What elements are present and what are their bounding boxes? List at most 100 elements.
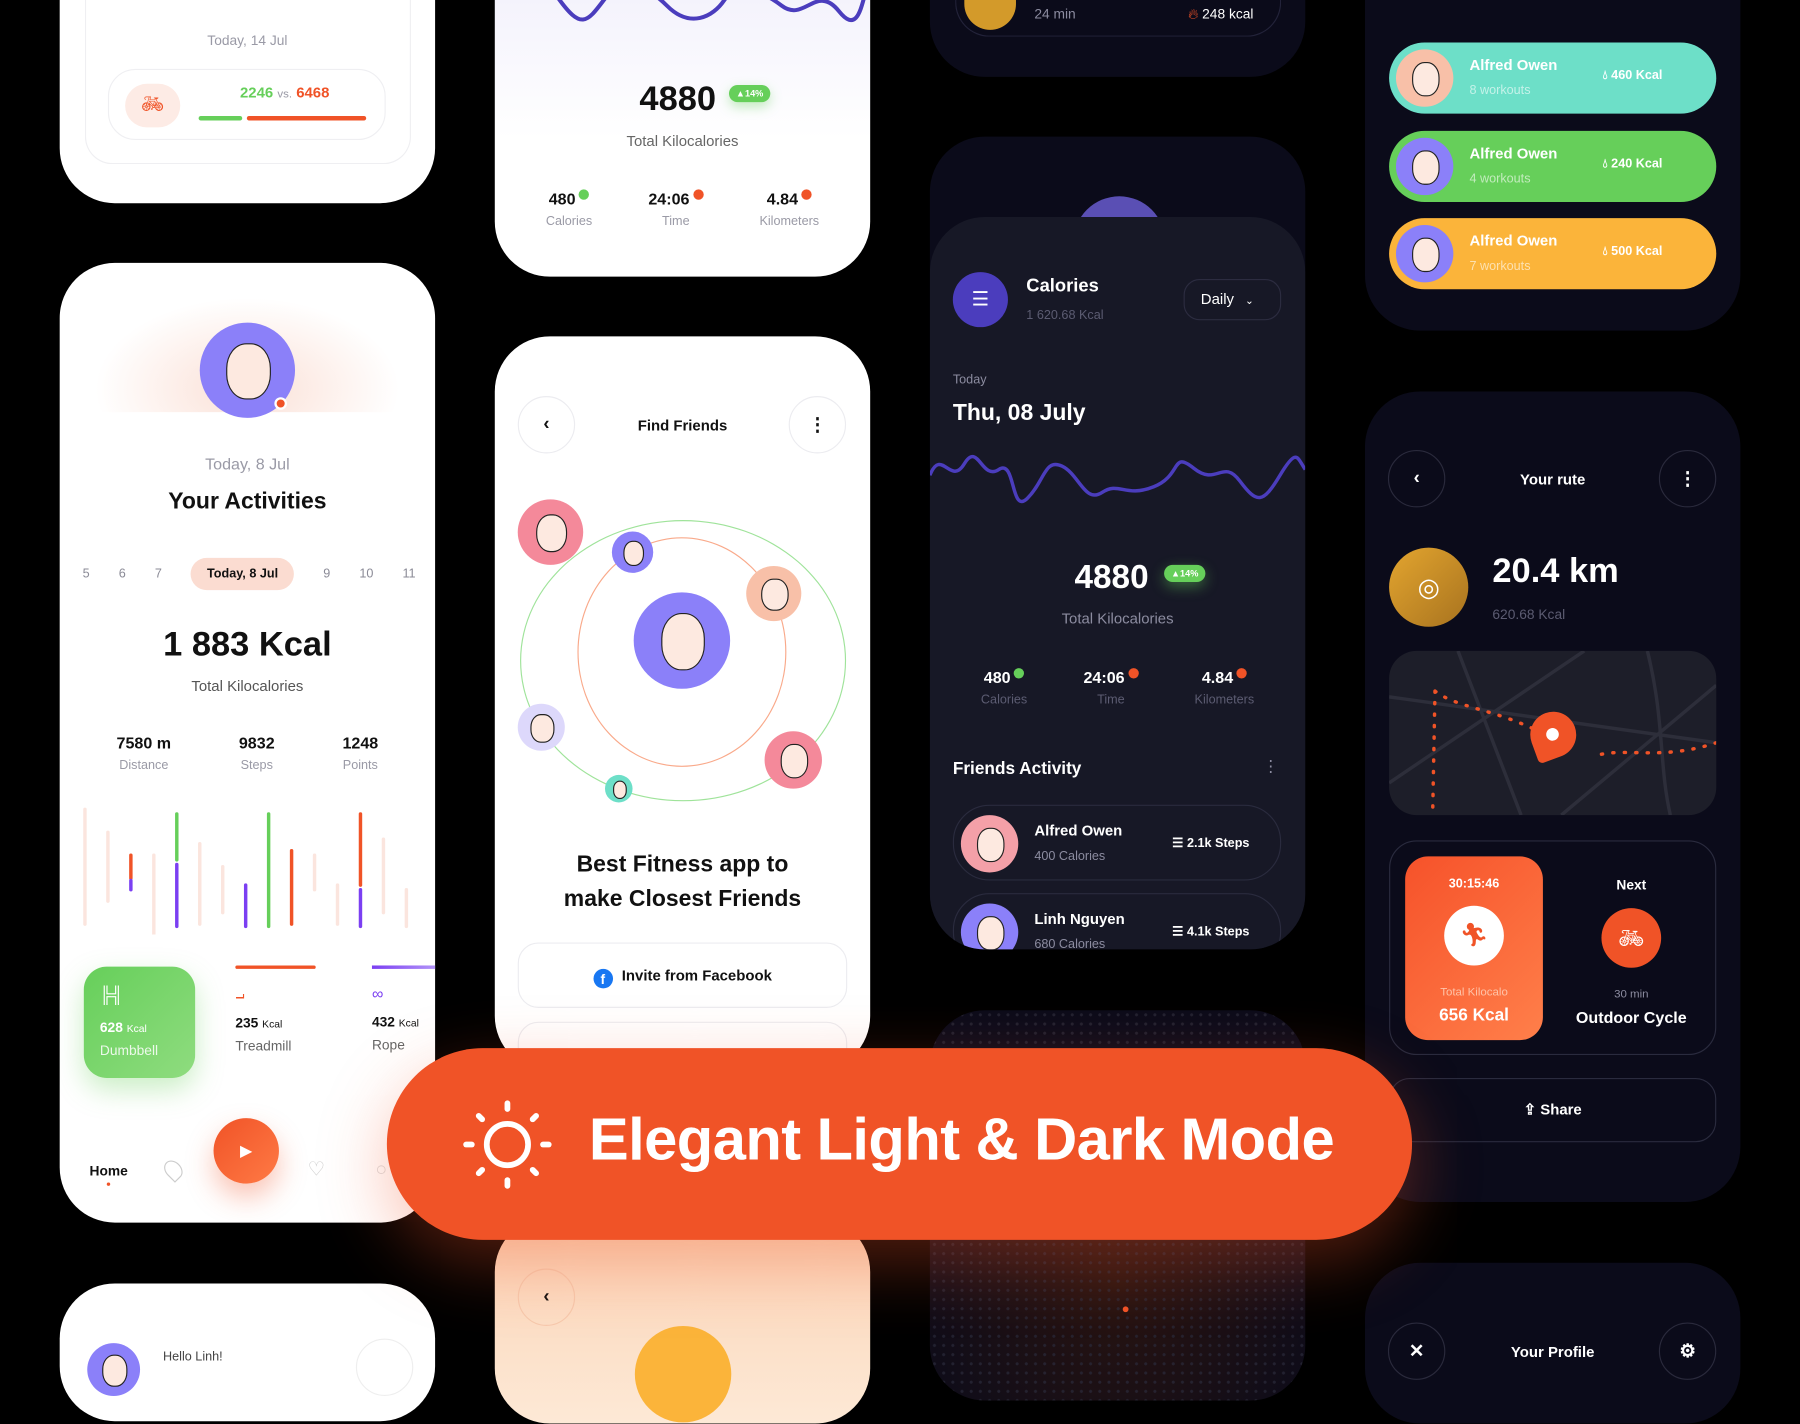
calories-icon: ☰ [952,272,1008,328]
today-label: Today [952,373,987,387]
friend-avatar [1395,225,1454,283]
location-pin-icon[interactable] [160,1156,187,1183]
play-button[interactable]: ▶ [213,1118,279,1184]
leader-workouts: 8 workouts [1469,83,1531,98]
user-avatar-small[interactable] [87,1343,141,1396]
leaderboard-row[interactable]: Alfred Owen 4 workouts 💧︎ 240 Kcal [1389,130,1717,203]
activity-stats: 7580 m Distance 9832 Steps 1248 Points [83,734,412,773]
center-avatar[interactable] [633,592,731,689]
trend-down-icon [1128,668,1139,679]
medal-icon[interactable]: ○ [375,1158,387,1181]
day-9[interactable]: 9 [323,567,330,581]
rope-indicator [371,965,436,969]
my-progress-bar [198,115,243,121]
medal-avatar [634,1325,732,1423]
chevron-left-icon: ‹ [543,1286,550,1307]
next-duration: 30 min [1614,988,1649,1002]
online-indicator [274,397,287,410]
workout-top-card: 24 min 🔥︎ 248 kcal [929,0,1306,77]
friend-avatar [960,903,1019,950]
stat-kilometers: 4.84 Kilometers [1194,668,1255,708]
calories-panel: ☰ Calories 1 620.68 Kcal Daily ⌄ Today T… [929,216,1306,950]
friend-avatar[interactable] [604,774,633,803]
next-workout[interactable]: Next 🚲︎ 30 min Outdoor Cycle [1562,856,1700,1026]
stat-calories: 480 Calories [545,189,593,229]
notification-button[interactable] [355,1338,414,1396]
leaderboard-row[interactable]: Alfred Owen 7 workouts 💧︎ 500 Kcal [1389,218,1717,290]
route-light-card: ‹ [494,1216,871,1424]
friend-row[interactable]: Linh Nguyen 680 Calories ☰ 4.1k Steps [952,893,1282,950]
friend-steps: 2.1k Steps [1186,836,1250,851]
day-selector: 5 6 7 Today, 8 Jul 9 10 11 [83,557,416,591]
nav-home[interactable]: Home [90,1163,128,1179]
leaderboard-row[interactable]: Alfred Owen 8 workouts 💧︎ 460 Kcal [1389,42,1717,114]
kcal-wave-chart [557,0,866,23]
facebook-icon: f [593,968,613,989]
stat-points: 1248 Points [342,733,379,773]
friend-row[interactable]: Alfred Owen 400 Calories ☰ 2.1k Steps [952,804,1282,881]
current-workout[interactable]: 30:15:46 🏃︎ Total Kilocalo 656 Kcal [1405,856,1543,1041]
day-today[interactable]: Today, 8 Jul [190,557,295,591]
trend-down-icon [1236,668,1247,679]
leader-kcal: 460 Kcal [1611,68,1663,83]
trend-up-icon [578,189,590,200]
workout-dumbbell[interactable]: ╠╣ 628 Kcal Dumbbell [83,966,196,1078]
friend-avatar[interactable] [517,499,584,565]
period-dropdown[interactable]: Daily ⌄ [1183,278,1282,321]
friend-avatar[interactable] [746,565,802,622]
rope-label: Rope [371,1036,405,1053]
leaderboard-card: Alfred Owen 8 workouts 💧︎ 460 Kcal Alfre… [1364,0,1741,331]
treadmill-label: Treadmill [235,1037,292,1054]
kcal-total: 4880 [1074,559,1149,596]
current-label: Total Kilocalo [1440,986,1508,999]
dumbbell-icon: ╠╣ [99,984,123,1004]
friend-avatar[interactable] [764,731,822,789]
workout-treadmill[interactable]: ⨼ 235 Kcal Treadmill [235,984,327,1054]
dumbbell-unit: Kcal [126,1022,147,1035]
promo-banner: Elegant Light & Dark Mode [386,1048,1413,1240]
compare-row: 🚲︎ 2246 vs. 6468 [107,68,386,141]
friend-avatar[interactable] [611,531,654,573]
dumbbell-label: Dumbbell [99,1042,159,1059]
workout-rope[interactable]: ∞ 432 Kcal Rope [372,984,435,1053]
friend-avatar [1395,49,1454,107]
more-button[interactable]: ⋮ [788,396,847,454]
friends-activity-title: Friends Activity [952,758,1082,779]
more-vertical-icon[interactable]: ⋮ [1263,757,1279,777]
activity-bar-chart [83,807,409,935]
day-7[interactable]: 7 [155,567,162,581]
settings-button[interactable]: ⚙ [1658,1322,1717,1380]
friend-avatar[interactable] [517,703,565,751]
route-map[interactable] [1389,650,1717,816]
kcal-change-badge: ▲14% [728,84,771,103]
drop-icon: 💧︎ [1602,68,1608,83]
day-6[interactable]: 6 [119,567,126,581]
treadmill-indicator [235,965,316,969]
invite-facebook-button[interactable]: f Invite from Facebook [517,942,848,1008]
treadmill-icon: ⨼ [235,983,245,1003]
back-button[interactable]: ‹ [517,1268,576,1326]
their-progress-bar [246,115,367,121]
flame-icon: 🔥︎ [1188,5,1199,22]
workout-kcal: 248 kcal [1202,5,1254,22]
kcal-stats: 480 Calories 24:06 Time 4.84 Kilometers [953,668,1282,707]
greeting: Hello Linh! [163,1350,223,1364]
more-button[interactable]: ⋮ [1658,450,1717,508]
day-11[interactable]: 11 [402,567,415,581]
dumbbell-kcal: 628 [99,1019,123,1036]
profile-card: ✕ Your Profile ⚙ [1364,1262,1741,1424]
find-friends-card: ‹ Find Friends ⋮ Best Fitness app to make… [494,336,871,1072]
share-button[interactable]: ⇪ Share [1389,1077,1717,1143]
friend-calories: 400 Calories [1034,849,1106,864]
total-kcal: 1 883 Kcal [163,625,332,664]
calories-dark-card: ☰ Calories 1 620.68 Kcal Daily ⌄ Today T… [929,136,1306,950]
route-kcal: 620.68 Kcal [1492,606,1566,623]
stat-steps: 9832 Steps [238,733,275,773]
day-10[interactable]: 10 [359,567,373,581]
total-kcal-label: Total Kilocalories [191,677,304,695]
heart-icon[interactable]: ♡ [308,1158,326,1181]
compare-card: Today, 14 Jul 🚲︎ 2246 vs. 6468 [59,0,436,204]
day-5[interactable]: 5 [83,567,90,581]
their-score: 6468 [296,83,330,102]
hello-card: Hello Linh! [59,1283,436,1422]
